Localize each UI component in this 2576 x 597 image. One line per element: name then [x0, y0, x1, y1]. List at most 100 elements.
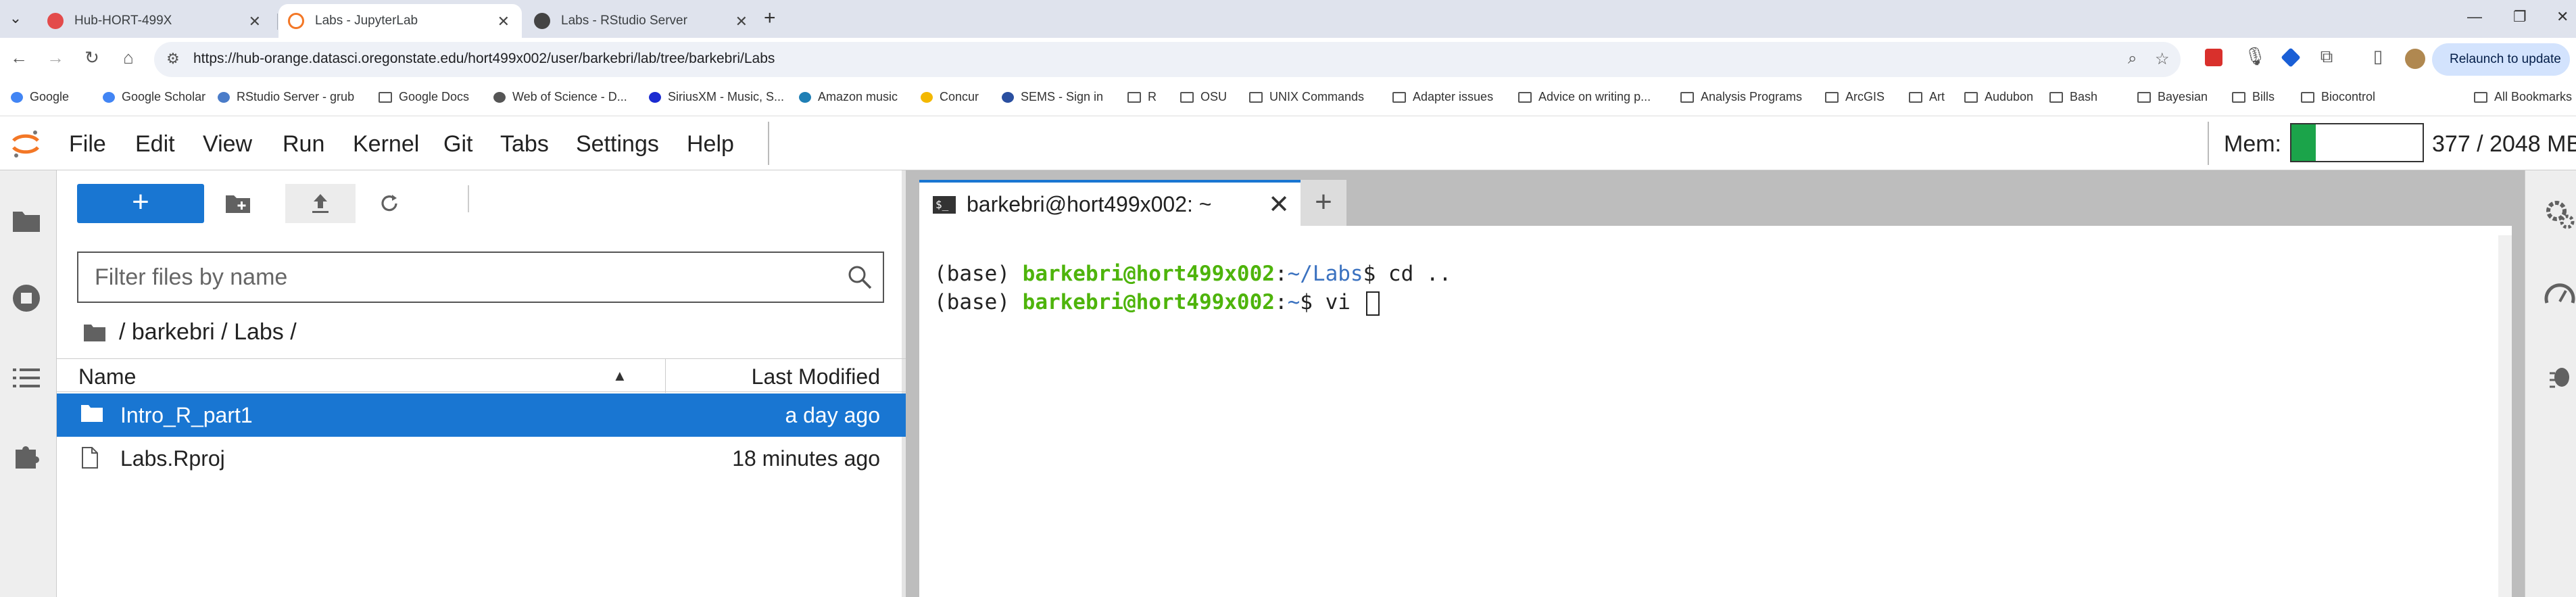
menu-view[interactable]: View [203, 131, 252, 158]
profile-avatar[interactable] [2405, 49, 2425, 69]
bookmark-unix-commands[interactable]: UNIX Commands [1249, 90, 1364, 104]
running-sessions-icon[interactable] [9, 281, 43, 315]
menu-help[interactable]: Help [687, 131, 734, 158]
refresh-icon[interactable] [369, 184, 410, 223]
menu-run[interactable]: Run [283, 131, 324, 158]
bookmark-biocontrol[interactable]: Biocontrol [2301, 90, 2375, 104]
address-bar[interactable]: ⚙ https://hub-orange.datasci.oregonstate… [154, 42, 2181, 77]
terminal-icon: $_ [933, 196, 956, 214]
bookmark-siriusxm-music-s[interactable]: SiriusXM - Music, S... [649, 90, 784, 104]
google-icon [11, 91, 23, 103]
bookmark-arcgis[interactable]: ArcGIS [1825, 90, 1885, 104]
bookmark-label: Biocontrol [2321, 90, 2376, 103]
all-bookmarks-button[interactable]: All Bookmarks [2474, 90, 2572, 104]
bookmark-osu[interactable]: OSU [1180, 90, 1227, 104]
file-row-labs-rproj[interactable]: Labs.Rproj 18 minutes ago [57, 437, 906, 480]
bookmark-bayesian[interactable]: Bayesian [2137, 90, 2208, 104]
breadcrumb-path[interactable]: / barkebri / Labs / [119, 319, 297, 345]
back-icon[interactable]: ← [7, 47, 31, 68]
terminal-scrollbar[interactable] [2498, 235, 2512, 597]
bookmark-star-icon[interactable]: ☆ [2155, 49, 2170, 69]
amazon-music-icon [799, 91, 811, 103]
site-info-icon[interactable]: ⚙ [166, 50, 180, 68]
url-text[interactable]: https://hub-orange.datasci.oregonstate.e… [193, 51, 775, 67]
bookmark-concur[interactable]: Concur [921, 90, 979, 104]
window-close-icon[interactable]: ✕ [2556, 8, 2569, 26]
bookmark-art[interactable]: Art [1909, 90, 1945, 104]
toolbar-divider [468, 185, 469, 212]
side-panel-icon[interactable]: ▯ [2366, 46, 2390, 67]
new-tab-icon[interactable]: + [764, 7, 776, 30]
terminal-cursor [1365, 291, 1380, 316]
menu-kernel[interactable]: Kernel [353, 131, 419, 158]
browser-toolbar: ← → ↻ ⌂ ⚙ https://hub-orange.datasci.ore… [0, 38, 2576, 81]
memory-usage-bar [2290, 123, 2424, 162]
forward-icon[interactable]: → [43, 47, 68, 68]
microphone-icon[interactable]: 🎙 [2243, 46, 2267, 67]
folder-icon [81, 405, 103, 422]
column-divider[interactable] [665, 359, 666, 393]
file-browser-folder-icon[interactable] [9, 204, 43, 238]
debug-bug-icon[interactable] [2543, 360, 2576, 393]
extension-diamond-icon[interactable] [2281, 47, 2301, 68]
close-tab-icon[interactable]: ✕ [249, 13, 261, 30]
bookmark-r[interactable]: R [1127, 90, 1157, 104]
close-terminal-tab-icon[interactable]: ✕ [1268, 189, 1290, 220]
filter-files-field[interactable] [77, 252, 884, 303]
menu-settings[interactable]: Settings [576, 131, 659, 158]
upload-icon[interactable] [285, 184, 356, 223]
menubar-divider [2208, 122, 2209, 165]
folder-icon [379, 91, 392, 103]
column-header-name[interactable]: Name [78, 364, 136, 389]
bookmark-rstudio-server-grub[interactable]: RStudio Server - grub [218, 90, 354, 104]
close-tab-icon[interactable]: ✕ [735, 13, 748, 30]
bookmark-amazon-music[interactable]: Amazon music [799, 90, 898, 104]
property-inspector-gear-icon[interactable] [2543, 197, 2576, 231]
relaunch-button[interactable]: Relaunch to update [2432, 43, 2570, 76]
terminal-panel[interactable]: (base) barkebri@hort499x002:~/Labs$ cd .… [919, 226, 2512, 597]
column-header-modified[interactable]: Last Modified [752, 364, 880, 389]
menu-file[interactable]: File [69, 131, 106, 158]
bookmark-sems-sign-in[interactable]: SEMS - Sign in [1002, 90, 1103, 104]
new-launcher-tab-icon[interactable]: + [1301, 180, 1346, 226]
close-tab-icon[interactable]: ✕ [497, 13, 510, 30]
bookmark-google-scholar[interactable]: Google Scholar [103, 90, 205, 104]
bookmark-adapter-issues[interactable]: Adapter issues [1392, 90, 1493, 104]
extension-pdf-icon[interactable] [2205, 49, 2222, 66]
restore-icon[interactable]: ❐ [2513, 8, 2527, 26]
menu-git[interactable]: Git [443, 131, 472, 158]
extension-manager-puzzle-icon[interactable] [9, 439, 43, 473]
bookmark-audubon[interactable]: Audubon [1964, 90, 2033, 104]
folder-icon [1518, 91, 1532, 103]
bookmark-web-of-science-d[interactable]: Web of Science - D... [493, 90, 627, 104]
bookmark-bash[interactable]: Bash [2049, 90, 2097, 104]
home-icon[interactable]: ⌂ [116, 47, 141, 68]
browser-tabstrip: ⌄ Hub-HORT-499X ✕ Labs - JupyterLab ✕ La… [0, 0, 2576, 38]
bookmark-analysis-programs[interactable]: Analysis Programs [1680, 90, 1802, 104]
menu-edit[interactable]: Edit [135, 131, 175, 158]
bookmark-advice-on-writing-p[interactable]: Advice on writing p... [1518, 90, 1651, 104]
extensions-puzzle-icon[interactable]: ⧉ [2314, 46, 2339, 68]
debugger-gauge-icon[interactable] [2543, 279, 2576, 312]
zoom-icon[interactable]: ⌕ [2128, 49, 2137, 68]
menu-tabs[interactable]: Tabs [500, 131, 549, 158]
home-folder-icon[interactable] [82, 323, 107, 343]
filter-files-input[interactable] [78, 253, 883, 302]
bookmark-label: SiriusXM - Music, S... [668, 90, 785, 103]
browser-tab-jupyterlab[interactable]: Labs - JupyterLab ✕ [278, 4, 522, 38]
table-of-contents-icon[interactable] [9, 361, 43, 395]
browser-tab-rstudio[interactable]: Labs - RStudio Server ✕ [525, 4, 760, 38]
file-row-intro-r-part1[interactable]: Intro_R_part1 a day ago [57, 393, 906, 437]
terminal-tab[interactable]: $_ barkebri@hort499x002: ~ ✕ [919, 180, 1302, 226]
bookmark-bills[interactable]: Bills [2232, 90, 2275, 104]
sort-ascending-icon[interactable]: ▲ [612, 367, 627, 385]
new-folder-icon[interactable] [218, 184, 258, 223]
bookmark-google-docs[interactable]: Google Docs [379, 90, 469, 104]
tab-search-icon[interactable]: ⌄ [5, 8, 26, 28]
reload-icon[interactable]: ↻ [80, 47, 104, 68]
new-launcher-button[interactable]: + [77, 184, 204, 223]
bookmark-google[interactable]: Google [11, 90, 69, 104]
minimize-icon[interactable]: — [2467, 8, 2482, 26]
terminal-output[interactable]: (base) barkebri@hort499x002:~/Labs$ cd .… [934, 260, 1451, 316]
browser-tab-hub[interactable]: Hub-HORT-499X ✕ [38, 4, 273, 38]
